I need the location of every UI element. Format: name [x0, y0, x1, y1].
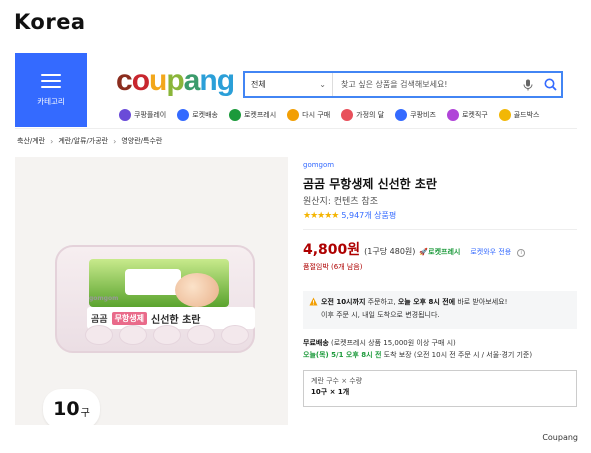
product-title: 곰곰 무항생제 신선한 초란	[303, 177, 437, 191]
hamburger-icon	[41, 73, 61, 88]
category-menu-button[interactable]: 카테고리	[15, 53, 87, 127]
product-origin: 원산지: 컨텐츠 참조	[303, 197, 378, 207]
chevron-down-icon: ⌄	[319, 80, 326, 89]
carton-label-name: 신선한 초란	[151, 314, 201, 326]
option-selector[interactable]: 계란 구수 × 수량 10구 × 1개	[303, 370, 577, 407]
review-count-link[interactable]: 5,947개 상품평	[341, 210, 396, 221]
shortcut-item[interactable]: 가정의 달	[341, 109, 384, 121]
notice-line1: 오전 10시까지 주문하고, 오늘 오후 8시 전에 바로 받아보세요!	[321, 298, 508, 306]
egg-carton-illustration: gomgom 곰곰 무항생제 신선한 초란	[55, 245, 255, 353]
shortcut-icon	[228, 109, 241, 121]
search-category-value: 전체	[251, 80, 266, 89]
arrival-info: 오늘(목) 5/1 오후 8시 전 도착 보장 (오전 10시 전 주문 시 /…	[303, 351, 533, 359]
shortcut-icon	[287, 109, 300, 121]
star-rating-icon: ★★★★★	[303, 210, 339, 221]
rocket-fresh-badge: 🚀로켓프레시	[419, 247, 460, 257]
count-badge-unit: 구	[80, 407, 90, 419]
shortcut-label: 골드박스	[513, 111, 540, 119]
price-divider	[303, 229, 577, 230]
shortcut-bar: 쿠팡플레이 로켓배송 로켓프레시 다시 구매 가정의 달 쿠팡비즈 로켓직구 골드박스	[119, 106, 539, 124]
logo-letter: o	[131, 64, 150, 97]
soldout-notice: 품절임박 (6개 남음)	[303, 263, 363, 271]
delivery-notice: 오전 10시까지 주문하고, 오늘 오후 8시 전에 바로 받아보세요! 이후 …	[303, 291, 577, 329]
egg-graphic	[175, 273, 219, 307]
breadcrumb-item[interactable]: 영양란/특수란	[121, 136, 162, 146]
search-bar: 전체 ⌄	[243, 71, 563, 98]
rocket-fresh-label: 로켓프레시	[428, 248, 461, 256]
shortcut-label: 쿠팡비즈	[410, 111, 436, 119]
notice-line2: 이후 주문 시, 내일 도착으로 변경됩니다.	[321, 311, 440, 319]
breadcrumb-separator-icon: ›	[113, 136, 117, 146]
rocket-icon: 🚀	[419, 248, 429, 256]
shortcut-icon	[395, 109, 408, 121]
search-icon[interactable]	[539, 74, 561, 96]
brand-link[interactable]: gomgom	[303, 161, 334, 169]
price-row: 4,800원 (1구당 480원) 🚀로켓프레시 로켓와우 전용 i	[303, 239, 526, 259]
logo-letter: c	[116, 64, 133, 97]
carton-label-brand: 곰곰	[91, 314, 108, 325]
header-divider	[15, 128, 577, 129]
shipping-info: 무료배송 (로켓프레시 상품 15,000원 이상 구매 시)	[303, 339, 456, 347]
logo-letter: g	[216, 64, 235, 97]
count-badge: 10 구	[43, 389, 100, 425]
rating: ★★★★★ 5,947개 상품평	[303, 210, 396, 221]
shortcut-icon	[119, 109, 131, 121]
shortcut-icon	[341, 109, 354, 121]
shortcut-label: 쿠팡플레이	[134, 111, 167, 119]
breadcrumb-item[interactable]: 계란/알류/가공란	[58, 136, 108, 146]
info-icon[interactable]: i	[517, 248, 526, 257]
shortcut-item[interactable]: 골드박스	[498, 109, 540, 121]
shortcut-label: 다시 구매	[302, 111, 331, 119]
shortcut-item[interactable]: 로켓프레시	[228, 109, 277, 121]
wow-only-label: 로켓와우 전용	[470, 248, 512, 256]
shortcut-item[interactable]: 로켓배송	[177, 109, 218, 121]
option-value: 10구 × 1개	[311, 388, 350, 396]
carton-bumps	[85, 325, 249, 345]
category-label: 카테고리	[37, 96, 65, 106]
shortcut-icon	[177, 109, 190, 121]
price: 4,800원	[303, 242, 361, 258]
search-category-select[interactable]: 전체 ⌄	[245, 73, 333, 96]
unit-price: (1구당 480원)	[364, 247, 416, 256]
warning-icon	[309, 297, 318, 306]
shortcut-label: 로켓배송	[192, 111, 218, 119]
count-badge-number: 10	[53, 398, 80, 420]
source-label: Coupang	[542, 433, 578, 442]
breadcrumb-separator-icon: ›	[50, 136, 54, 146]
shortcut-label: 로켓프레시	[243, 111, 277, 119]
product-image[interactable]: gomgom 곰곰 무항생제 신선한 초란 10 구	[15, 157, 288, 425]
carton-brand: gomgom	[89, 295, 119, 302]
microphone-icon[interactable]	[517, 74, 539, 96]
label-stamp	[125, 269, 181, 295]
search-input[interactable]	[333, 73, 517, 96]
shortcut-item[interactable]: 쿠팡비즈	[395, 109, 436, 121]
shortcut-item[interactable]: 다시 구매	[287, 109, 330, 121]
breadcrumb: 축산/계란 › 계란/알류/가공란 › 영양란/특수란	[17, 136, 162, 146]
page-heading: Korea	[14, 10, 86, 34]
option-label: 계란 구수 × 수량	[311, 377, 363, 385]
shortcut-item[interactable]: 쿠팡플레이	[119, 109, 166, 121]
shortcut-item[interactable]: 로켓직구	[446, 109, 488, 121]
carton-label-antibiotic: 무항생제	[111, 311, 148, 325]
shortcut-label: 로켓직구	[461, 111, 488, 119]
logo-letter: u	[149, 64, 167, 97]
breadcrumb-item[interactable]: 축산/계란	[17, 136, 45, 146]
shortcut-label: 가정의 달	[356, 111, 385, 119]
logo-letter: p	[166, 64, 184, 97]
shortcut-icon	[498, 109, 511, 121]
shortcut-icon	[446, 109, 459, 121]
coupang-logo[interactable]: coupang	[116, 64, 235, 97]
logo-letter: a	[183, 64, 201, 97]
logo-letter: n	[199, 64, 217, 97]
